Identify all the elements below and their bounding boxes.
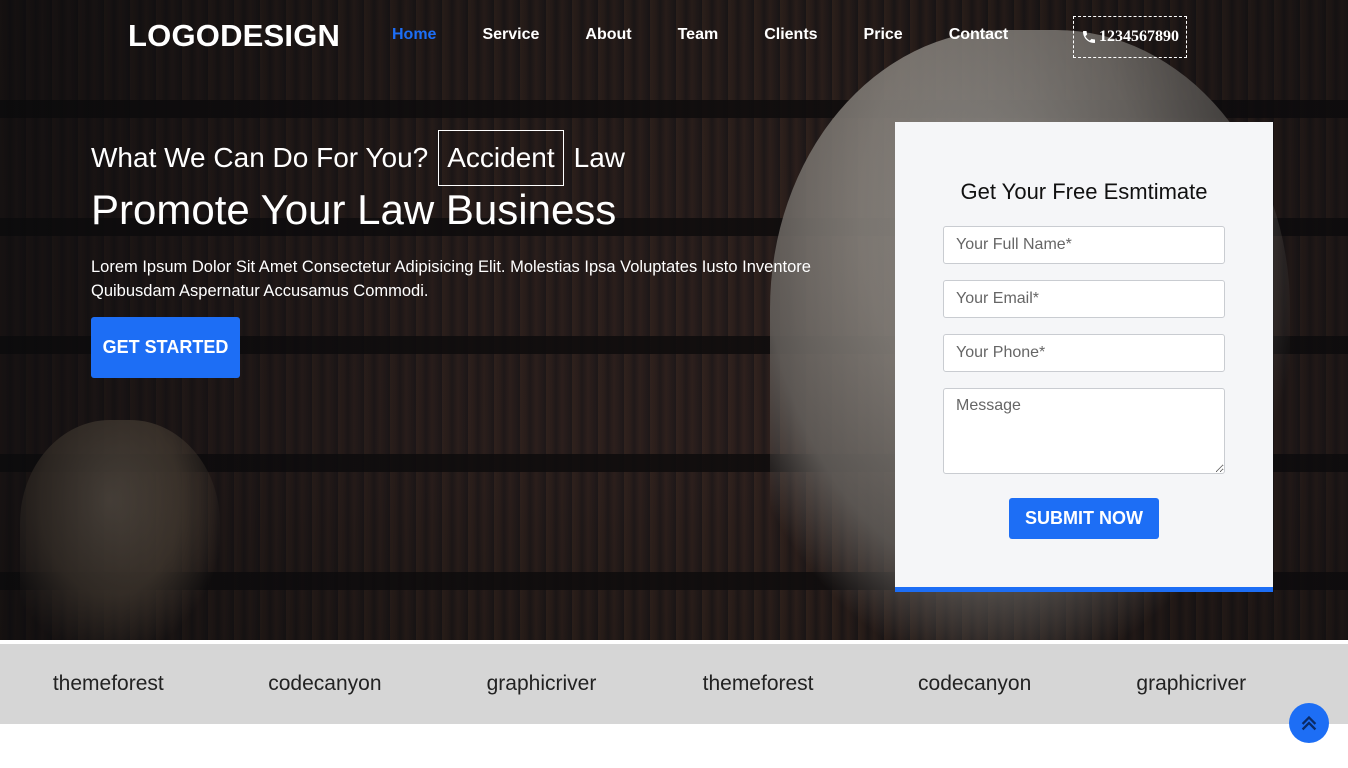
brand-logo[interactable]: codecanyon bbox=[217, 672, 434, 696]
hero-rotating-word: Accident bbox=[438, 130, 564, 186]
logo[interactable]: LOGODESIGN bbox=[128, 18, 340, 54]
brand-logo[interactable]: graphicriver bbox=[1083, 672, 1300, 696]
estimate-form-card: Get Your Free Esmtimate SUBMIT NOW bbox=[895, 122, 1273, 592]
phone-button[interactable]: 1234567890 bbox=[1073, 16, 1187, 58]
hero-section: LOGODESIGN Home Service About Team Clien… bbox=[0, 0, 1348, 640]
full-name-input[interactable] bbox=[943, 226, 1225, 264]
scroll-to-top-button[interactable] bbox=[1289, 703, 1329, 743]
hero-tagline: What We Can Do For You? Accident Law bbox=[91, 130, 625, 186]
brand-logo[interactable]: themeforest bbox=[650, 672, 867, 696]
brands-strip: themeforest codecanyon graphicriver them… bbox=[0, 644, 1348, 724]
nav-item-contact[interactable]: Contact bbox=[949, 26, 1009, 44]
nav-item-home[interactable]: Home bbox=[392, 26, 436, 44]
hero-tagline-prefix: What We Can Do For You? bbox=[91, 142, 429, 173]
nav-item-team[interactable]: Team bbox=[678, 26, 719, 44]
estimate-form-title: Get Your Free Esmtimate bbox=[960, 179, 1208, 204]
double-chevron-up-icon bbox=[1301, 715, 1317, 731]
nav-item-price[interactable]: Price bbox=[864, 26, 903, 44]
nav-item-about[interactable]: About bbox=[585, 26, 631, 44]
phone-number: 1234567890 bbox=[1099, 28, 1179, 45]
brand-logo[interactable]: graphicriver bbox=[433, 672, 650, 696]
hero-tagline-suffix: Law bbox=[573, 142, 625, 173]
brand-logo[interactable]: themeforest bbox=[0, 672, 217, 696]
phone-input[interactable] bbox=[943, 334, 1225, 372]
submit-now-button[interactable]: SUBMIT NOW bbox=[1009, 498, 1159, 539]
nav-item-clients[interactable]: Clients bbox=[764, 26, 817, 44]
main-nav: Home Service About Team Clients Price Co… bbox=[392, 26, 1054, 44]
brand-logo[interactable]: codecanyon bbox=[866, 672, 1083, 696]
hero-lead-text: Lorem Ipsum Dolor Sit Amet Consectetur A… bbox=[91, 258, 811, 300]
email-input[interactable] bbox=[943, 280, 1225, 318]
message-textarea[interactable] bbox=[943, 388, 1225, 474]
phone-icon bbox=[1083, 31, 1095, 43]
nav-item-service[interactable]: Service bbox=[482, 26, 539, 44]
hero-title: Promote Your Law Business bbox=[91, 186, 617, 233]
get-started-button[interactable]: GET STARTED bbox=[91, 317, 240, 378]
